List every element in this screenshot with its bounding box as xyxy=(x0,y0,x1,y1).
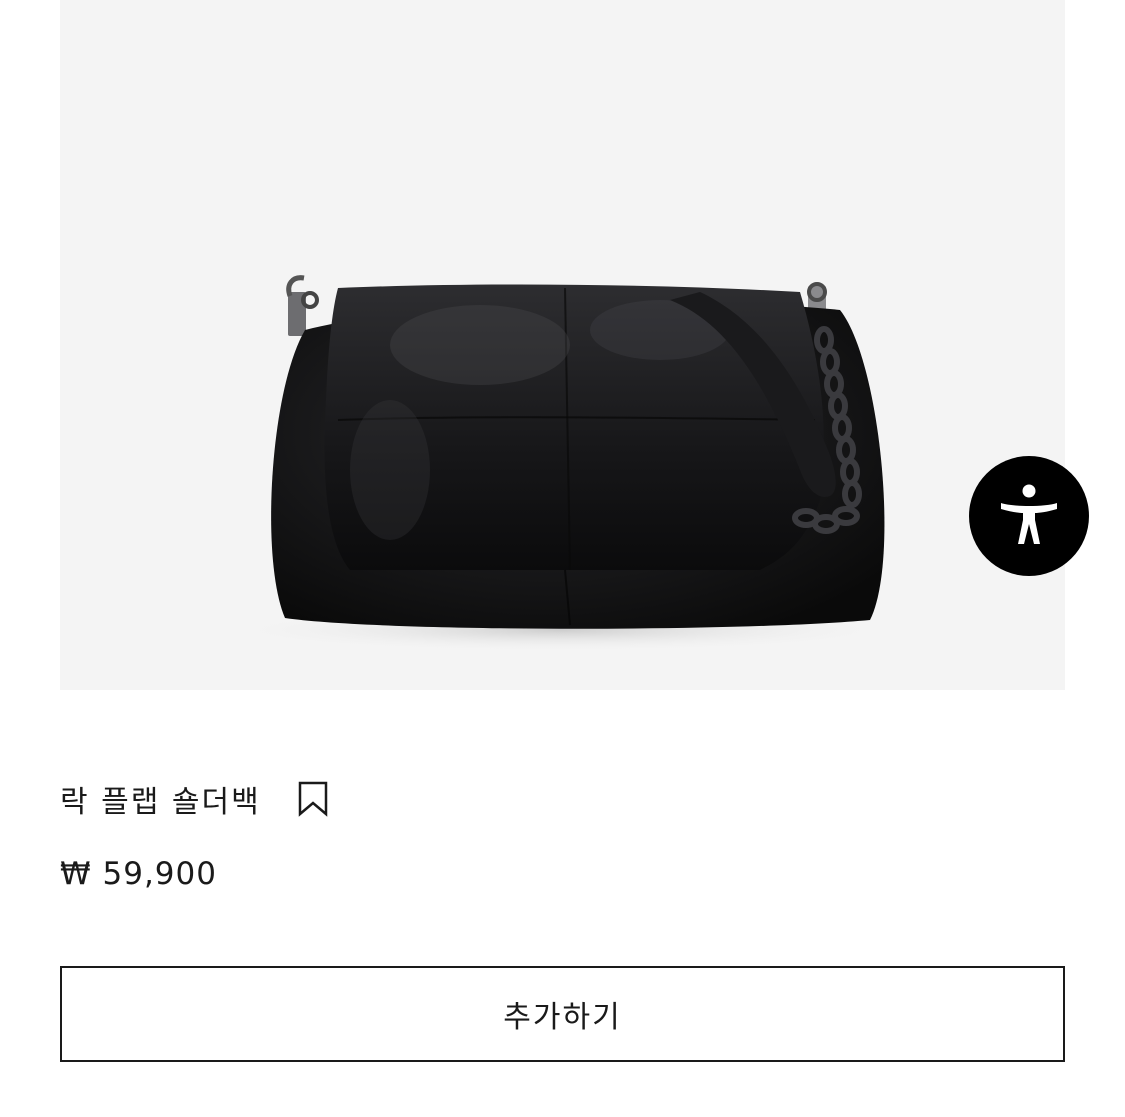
product-name: 락 플랩 숄더백 xyxy=(60,785,261,820)
product-name-row: 락 플랩 숄더백 xyxy=(60,776,329,822)
accessibility-person-icon xyxy=(1001,484,1057,544)
accessibility-button[interactable] xyxy=(969,456,1089,576)
bookmark-button[interactable] xyxy=(297,779,329,819)
bookmark-icon xyxy=(298,781,327,817)
product-image[interactable] xyxy=(60,0,1065,690)
shoulder-bag-photo xyxy=(220,275,900,652)
add-to-cart-button[interactable]: 추가하기 xyxy=(60,966,1065,1062)
product-price: ₩ 59,900 xyxy=(60,856,217,892)
